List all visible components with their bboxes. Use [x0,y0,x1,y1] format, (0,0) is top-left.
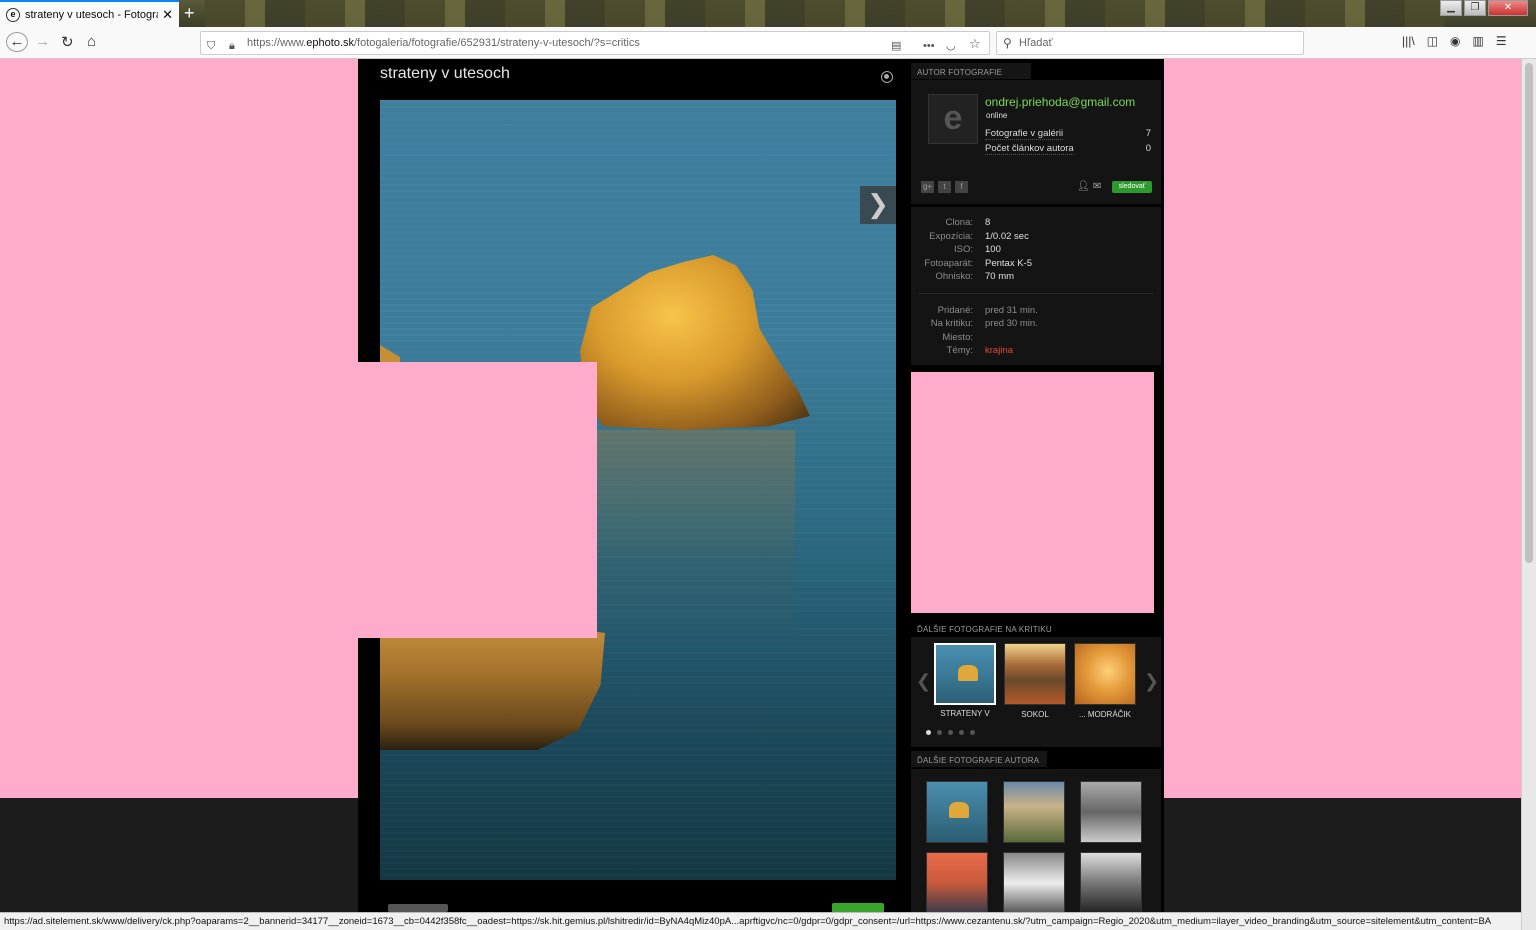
maximize-icon[interactable]: ❐ [1464,0,1486,16]
author-section-title: AUTOR FOTOGRAFIE [911,63,1031,79]
photo-toolbar [380,902,896,912]
search-placeholder: Hľadať [1019,37,1053,49]
mail-icon[interactable]: ✉ [1093,181,1101,192]
author-photo-thumb[interactable] [1080,781,1142,843]
critique-section-title: ĎALŠIE FOTOGRAFIE NA KRITIKU [917,625,1052,634]
critique-label[interactable]: SOKOL [995,710,1075,719]
chevron-left-icon[interactable]: ❮ [916,671,931,692]
sidebar-icon[interactable]: ◫ [1427,34,1438,48]
exif-box: Clona: 8 Expozícia: 1/0.02 sec ISO: 100 Fot… [911,207,1161,365]
toolbar-icons: |||\ ◫ ◉ ▥ ☰ [1402,34,1507,48]
author-box: e ondrej.priehoda@gmail.com online Fotog… [911,80,1161,204]
browser-tab[interactable]: e strateny v utesoch - Fotografia ✕ [0,0,179,28]
stat-photos[interactable]: Fotografie v galérii 7 [985,128,1151,140]
window-background [205,0,1445,27]
carousel-dot[interactable] [937,730,942,735]
home-icon[interactable]: ⌂ [87,33,96,50]
shield-icon[interactable]: ⛉ [207,35,215,57]
ad-banner-right[interactable] [1164,59,1521,798]
stat-value: 0 [1145,143,1151,154]
minimize-icon[interactable]: ▁ [1440,0,1462,16]
carousel-dot[interactable] [926,730,931,735]
carousel-dot[interactable] [970,730,975,735]
author-photo-thumb[interactable] [926,852,988,914]
ephoto-favicon-icon: e [6,8,20,22]
navigation-toolbar: ← → ↻ ⌂ ⛉ 🔒︎ https://www.ephoto.sk/fotog… [0,27,1536,59]
thumb-rock [958,665,978,681]
close-tab-icon[interactable]: ✕ [162,7,173,23]
rate-button[interactable] [832,903,884,912]
fullscreen-icon[interactable] [881,71,893,83]
web-page: strateny v utesoch ❯ AUTOR FOTOGRAFIE e … [0,59,1536,914]
user-profile-icon[interactable]: 👤︎ [1077,181,1090,192]
url-path: /fotogaleria/fotografie/652931/strateny-… [354,37,640,49]
critique-thumb[interactable] [934,643,996,705]
window-controls: ▁ ❐ ✕ [1438,0,1528,16]
author-photos [911,769,1161,914]
back-icon[interactable]: ← [6,32,28,52]
window-close-icon[interactable]: ✕ [1488,0,1528,16]
google-plus-icon[interactable]: g+ [921,181,934,193]
scrollbar[interactable] [1521,59,1536,930]
reader-view-icon[interactable]: ▤ [891,35,901,57]
thumb-rock [949,802,969,818]
ad-banner-sidebar[interactable] [911,372,1154,613]
status-bar: https://ad.sitelement.sk/www/delivery/ck… [0,912,1521,930]
author-status: online [986,111,1008,120]
ad-banner-left[interactable] [0,59,358,798]
photo-cliff [380,620,605,750]
author-photo-thumb[interactable] [1080,852,1142,914]
forward-icon[interactable]: → [35,33,50,50]
author-name[interactable]: ondrej.priehoda@gmail.com [985,95,1135,109]
toolbar-icons-row[interactable] [388,904,448,912]
url-bar[interactable]: ⛉ 🔒︎ https://www.ephoto.sk/fotogaleria/f… [200,31,990,55]
stat-articles[interactable]: Počet článkov autora 0 [985,143,1151,155]
chevron-right-icon: ❯ [867,189,889,219]
url-domain: ephoto.sk [306,37,354,49]
carousel-dot[interactable] [959,730,964,735]
page-actions-icon[interactable]: ••• [923,35,935,57]
topic-link[interactable]: krajina [985,345,1013,356]
chevron-right-icon[interactable]: ❯ [1144,671,1159,692]
carousel-dots [926,730,975,735]
critique-thumb[interactable] [1004,643,1066,705]
url-prefix: https://www. [247,37,307,49]
menu-icon[interactable]: ☰ [1496,34,1507,48]
ad-overlay[interactable] [358,362,597,638]
carousel-dot[interactable] [948,730,953,735]
photo-reflection [595,430,795,650]
stat-value: 7 [1145,128,1151,139]
new-tab-icon[interactable]: + [184,3,195,24]
photo-detail: strateny v utesoch ❯ AUTOR FOTOGRAFIE e … [358,59,1164,914]
library-icon[interactable]: |||\ [1402,34,1415,48]
search-bar[interactable]: ⚲ Hľadať [996,31,1304,55]
author-photo-thumb[interactable] [1003,781,1065,843]
divider [919,293,1153,294]
next-photo-button[interactable]: ❯ [860,186,896,224]
reload-icon[interactable]: ↻ [61,33,74,51]
tab-bar: e strateny v utesoch - Fotografia ✕ + ▁ … [0,0,1536,28]
account-icon[interactable]: ◉ [1450,34,1460,48]
stat-label: Fotografie v galérii [985,128,1064,140]
author-photo-thumb[interactable] [1003,852,1065,914]
author-photos-title: ĎALŠIE FOTOGRAFIE AUTORA [911,751,1047,767]
critique-label[interactable]: ... MODRÁČIK [1065,710,1145,719]
author-photo-thumb[interactable] [926,781,988,843]
tab-title: strateny v utesoch - Fotografia [25,9,158,21]
photo-title: strateny v utesoch [380,65,510,82]
avatar[interactable]: e [928,94,978,144]
pocket-icon[interactable]: ◡ [946,35,956,57]
stat-label: Počet článkov autora [985,143,1074,155]
bookmark-star-icon[interactable]: ☆ [969,33,981,55]
facebook-icon[interactable]: f [955,181,968,193]
critique-thumb[interactable] [1074,643,1136,705]
lock-icon[interactable]: 🔒︎ [229,35,235,57]
extension-icon[interactable]: ▥ [1473,34,1484,48]
critique-label[interactable]: STRATENY V [925,709,1005,718]
search-icon: ⚲ [1003,36,1012,50]
scrollbar-thumb[interactable] [1525,63,1533,563]
twitter-icon[interactable]: t [938,181,951,193]
follow-button[interactable]: sledovať [1112,181,1152,193]
